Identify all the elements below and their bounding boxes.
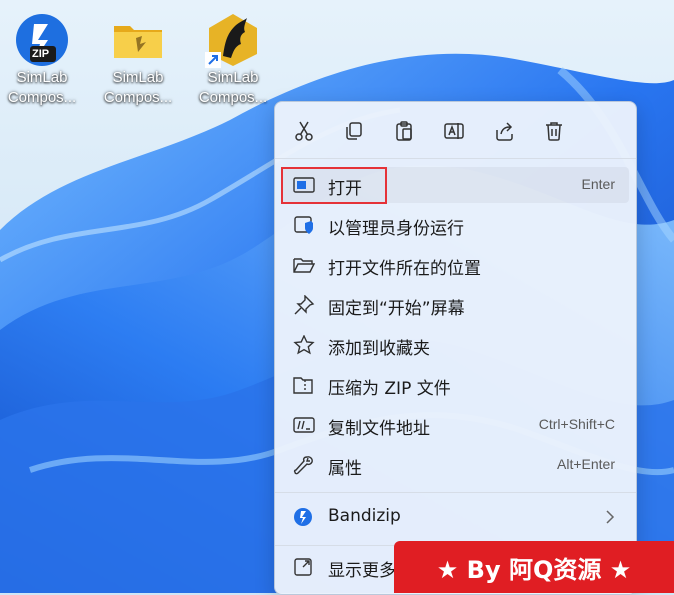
app-shortcut-icon (205, 12, 261, 68)
menu-item-run-as-admin[interactable]: 以管理员身份运行 (281, 207, 629, 243)
star-icon (293, 334, 315, 355)
menu-item-compress-zip[interactable]: 压缩为 ZIP 文件 (281, 367, 629, 403)
folder-open-icon (293, 255, 316, 275)
admin-shield-icon (293, 215, 315, 235)
desktop-icon-label: Compos... (103, 89, 173, 106)
menu-item-label: 属性 (328, 459, 362, 479)
menu-item-shortcut: Enter (581, 176, 615, 192)
menu-item-properties[interactable]: 属性 Alt+Enter (281, 447, 629, 483)
menu-item-label: 以管理员身份运行 (328, 219, 464, 239)
menu-item-label: 压缩为 ZIP 文件 (328, 379, 451, 399)
desktop-icon-zip[interactable]: ZIP SimLab Compos... (0, 4, 84, 108)
menu-item-pin-to-start[interactable]: 固定到“开始”屏幕 (281, 287, 629, 323)
desktop-icon-app[interactable]: SimLab Compos... (191, 4, 275, 108)
desktop-icon-label: Compos... (198, 89, 268, 106)
bandizip-icon (293, 507, 315, 527)
share-icon[interactable] (491, 118, 517, 144)
zip-compress-icon (293, 375, 315, 395)
menu-item-label: 添加到收藏夹 (328, 339, 430, 359)
watermark-banner: ★ By 阿Q资源 ★ (394, 541, 674, 593)
more-options-icon (293, 557, 315, 577)
cut-icon[interactable] (291, 118, 317, 144)
menu-item-bandizip[interactable]: Bandizip (281, 499, 629, 535)
zip-file-icon: ZIP (14, 12, 70, 68)
desktop-icon-folder[interactable]: SimLab Compos... (96, 4, 180, 108)
copy-icon[interactable] (341, 118, 367, 144)
folder-icon (110, 12, 166, 68)
menu-item-shortcut: Alt+Enter (557, 456, 615, 472)
rename-icon[interactable] (441, 118, 467, 144)
context-menu-toolbar (275, 102, 636, 158)
wrench-icon (293, 455, 315, 475)
copy-path-icon (293, 415, 315, 435)
menu-item-open-location[interactable]: 打开文件所在的位置 (281, 247, 629, 283)
menu-item-shortcut: Ctrl+Shift+C (538, 416, 615, 432)
chevron-right-icon (605, 509, 615, 529)
delete-icon[interactable] (541, 118, 567, 144)
menu-separator (275, 492, 636, 493)
desktop-icon-label: Compos... (7, 89, 77, 106)
zip-badge: ZIP (32, 48, 50, 60)
menu-separator (275, 158, 636, 159)
menu-item-label: Bandizip (328, 506, 401, 526)
highlight-box (281, 167, 387, 204)
menu-item-label: 显示更多 (328, 561, 396, 581)
menu-item-add-to-favorites[interactable]: 添加到收藏夹 (281, 327, 629, 363)
pin-icon (293, 294, 315, 315)
menu-item-label: 复制文件地址 (328, 419, 430, 439)
desktop-icon-label: SimLab (207, 69, 259, 86)
paste-icon[interactable] (391, 118, 417, 144)
desktop-icon-label: SimLab (16, 69, 68, 86)
menu-item-label: 打开文件所在的位置 (328, 259, 481, 279)
menu-item-copy-path[interactable]: 复制文件地址 Ctrl+Shift+C (281, 407, 629, 443)
menu-item-label: 固定到“开始”屏幕 (328, 299, 465, 319)
desktop-icon-label: SimLab (112, 69, 164, 86)
